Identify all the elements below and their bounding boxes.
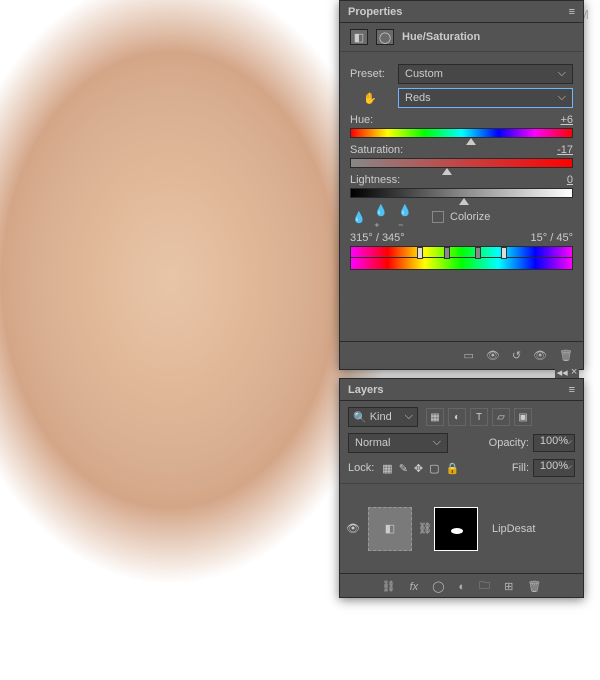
saturation-label: Saturation: (350, 144, 403, 156)
view-previous-icon[interactable]: 👁 (486, 349, 500, 362)
filter-smart-icon[interactable]: ▣ (514, 408, 532, 426)
layers-footer: ⛓ fx ◯ ◐ 🗀 ⊞ 🗑 (340, 573, 583, 599)
channel-dropdown[interactable]: Reds (398, 88, 573, 108)
range-l1: 315° (350, 232, 373, 244)
saturation-handle[interactable] (442, 168, 452, 175)
collapse-icon[interactable]: ◂◂ (557, 366, 568, 379)
mask-icon[interactable]: ◯ (376, 29, 394, 45)
opacity-input[interactable]: 100% (533, 434, 575, 452)
lock-pixels-icon[interactable]: ✎ (399, 462, 408, 475)
lock-artboard-icon[interactable]: ▢ (429, 462, 439, 475)
layer-row[interactable]: 👁 ◧ ⛓ LipDesat (340, 483, 583, 573)
fill-value: 100% (540, 460, 568, 472)
mask-link-icon[interactable]: ⛓ (418, 522, 428, 535)
hue-label: Hue: (350, 114, 373, 126)
layer-thumb-mask[interactable] (434, 507, 478, 551)
colorize-checkbox[interactable] (432, 211, 444, 223)
eyedropper-subtract-icon[interactable]: 💧₋ (398, 208, 416, 226)
layer-thumb-adjustment[interactable]: ◧ (368, 507, 412, 551)
properties-footer: ▭ 👁 ↺ 👁 🗑 (340, 341, 583, 369)
layer-name[interactable]: LipDesat (492, 523, 535, 535)
layer-visibility-icon[interactable]: 👁 (346, 522, 362, 535)
adjustment-header: ◧ ◯ Hue/Saturation (340, 23, 583, 52)
preset-label: Preset: (350, 68, 390, 80)
preset-dropdown[interactable]: Custom (398, 64, 573, 84)
properties-titlebar[interactable]: Properties ≡ (340, 1, 583, 23)
range-handle-2[interactable] (444, 247, 450, 259)
reset-icon[interactable]: ↺ (512, 349, 521, 362)
lightness-value[interactable]: 0 (543, 174, 573, 186)
preset-value: Custom (405, 68, 443, 80)
visibility-icon[interactable]: 👁 (533, 349, 547, 362)
panel-menu-icon[interactable]: ≡ (569, 384, 575, 396)
opacity-value: 100% (540, 435, 568, 447)
link-layers-icon[interactable]: ⛓ (382, 580, 396, 593)
filter-adjustment-icon[interactable]: ◐ (448, 408, 466, 426)
adjustment-icon[interactable]: ◧ (350, 29, 368, 45)
lock-label: Lock: (348, 462, 374, 474)
eyedropper-icon[interactable]: 💧 (350, 208, 368, 226)
properties-panel: ◂◂ × Properties ≡ ◧ ◯ Hue/Saturation Pre… (339, 0, 584, 370)
kind-value: Kind (370, 411, 392, 423)
hue-handle[interactable] (466, 138, 476, 145)
hue-value[interactable]: +6 (543, 114, 573, 126)
fill-label: Fill: (512, 462, 529, 474)
new-group-icon[interactable]: 🗀 (479, 577, 490, 596)
blend-mode-dropdown[interactable]: Normal (348, 433, 448, 453)
channel-value: Reds (405, 92, 431, 104)
lightness-handle[interactable] (459, 198, 469, 205)
lock-position-icon[interactable]: ✥ (414, 462, 423, 475)
adjustment-name: Hue/Saturation (402, 31, 480, 43)
colorize-label: Colorize (450, 211, 490, 223)
lightness-label: Lightness: (350, 174, 400, 186)
opacity-label: Opacity: (489, 437, 529, 449)
layers-title: Layers (348, 384, 383, 396)
new-adjustment-icon[interactable]: ◐ (459, 581, 466, 593)
filter-kind-dropdown[interactable]: 🔍 Kind (348, 407, 418, 427)
delete-layer-icon[interactable]: 🗑 (527, 580, 541, 593)
clip-icon[interactable]: ▭ (463, 349, 473, 362)
lightness-slider[interactable] (350, 188, 573, 198)
lock-transparency-icon[interactable]: ▦ (382, 462, 392, 475)
layers-panel: ◂◂ × Layers ≡ 🔍 Kind ▦ ◐ T ▱ ▣ Normal Op… (339, 378, 584, 598)
filter-type-icon[interactable]: T (470, 408, 488, 426)
search-icon: 🔍 (353, 411, 367, 424)
saturation-slider[interactable] (350, 158, 573, 168)
hue-slider[interactable] (350, 128, 573, 138)
filter-shape-icon[interactable]: ▱ (492, 408, 510, 426)
add-mask-icon[interactable]: ◯ (432, 580, 444, 593)
panel-menu-icon[interactable]: ≡ (569, 6, 575, 18)
filter-pixel-icon[interactable]: ▦ (426, 408, 444, 426)
new-layer-icon[interactable]: ⊞ (504, 580, 513, 593)
layers-mini-controls: ◂◂ × (555, 366, 579, 378)
range-r1: 15° (531, 232, 548, 244)
saturation-value[interactable]: -17 (543, 144, 573, 156)
properties-title: Properties (348, 6, 402, 18)
lock-all-icon[interactable]: 🔒 (446, 462, 460, 475)
hand-tool-icon[interactable]: ✋ (350, 92, 390, 105)
range-l2: 345° (382, 232, 405, 244)
close-icon[interactable]: × (571, 366, 577, 378)
color-range-bar[interactable] (350, 246, 573, 258)
color-range-bar-2 (350, 258, 573, 270)
delete-icon[interactable]: 🗑 (559, 349, 573, 362)
collapse-icon[interactable]: ◂◂ (557, 0, 568, 1)
range-handle-1[interactable] (417, 247, 423, 259)
fill-input[interactable]: 100% (533, 459, 575, 477)
layer-fx-icon[interactable]: fx (410, 581, 419, 593)
layers-titlebar[interactable]: Layers ≡ (340, 379, 583, 401)
eyedropper-add-icon[interactable]: 💧₊ (374, 208, 392, 226)
range-handle-3[interactable] (475, 247, 481, 259)
blend-value: Normal (355, 437, 390, 449)
range-handle-4[interactable] (501, 247, 507, 259)
range-r2: 45° (556, 232, 573, 244)
